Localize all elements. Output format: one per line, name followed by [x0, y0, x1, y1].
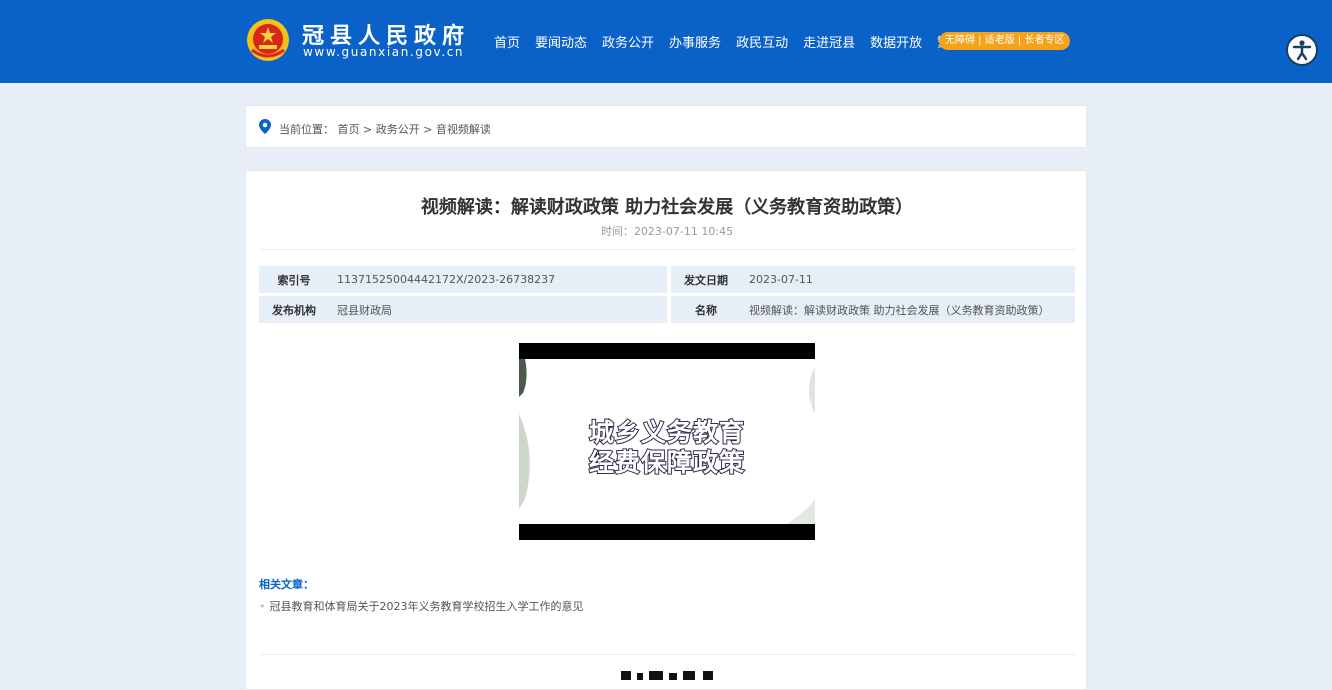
breadcrumb-path[interactable]: 首页 > 政务公开 > 音视频解读: [338, 123, 491, 136]
accessibility-button[interactable]: [1286, 34, 1318, 66]
meta-table: 索引号 11371525004442172X/2023-26738237 发文日…: [259, 263, 1075, 326]
nav-item-services[interactable]: 办事服务: [669, 36, 721, 51]
related-link-text[interactable]: 冠县教育和体育局关于2023年义务教育学校招生入学工作的意见: [270, 600, 584, 613]
main-nav: 首页要闻动态政务公开办事服务政民互动走进冠县数据开放繁: [494, 32, 956, 51]
article-title: 视频解读：解读财政政策 助力社会发展（义务教育资助政策）: [420, 197, 914, 218]
org-label: 发布机构: [259, 296, 329, 323]
nav-item-data[interactable]: 数据开放: [870, 36, 922, 51]
video-caption-line2: 经费保障政策: [588, 447, 745, 478]
nav-item-interaction[interactable]: 政民互动: [736, 36, 788, 51]
time-value: 2023-07-11 10:45: [633, 225, 734, 238]
date-label: 发文日期: [671, 266, 741, 293]
video-frame: 城乡义务教育 经费保障政策: [519, 359, 815, 524]
article-time: 时间：2023-07-11 10:45: [246, 223, 1088, 239]
related-link[interactable]: • 冠县教育和体育局关于2023年义务教育学校招生入学工作的意见: [259, 598, 584, 614]
divider: [259, 654, 1075, 655]
related-title: 相关文章：: [259, 578, 314, 591]
time-label: 时间：: [600, 225, 634, 238]
accessibility-icon: [1292, 40, 1312, 61]
meta-row: 索引号 11371525004442172X/2023-26738237 发文日…: [259, 266, 1075, 293]
nav-item-gov-info[interactable]: 政务公开: [602, 36, 654, 51]
site-header: 冠县人民政府 www.guanxian.gov.cn 首页 要闻动态 政务公开 办事服…: [0, 0, 1332, 83]
name-label: 名称: [671, 296, 741, 323]
location-pin-icon: [259, 119, 271, 134]
breadcrumb: 当前位置： 首页 > 政务公开 > 音视频解读: [245, 105, 1087, 148]
date-value: 2023-07-11: [741, 266, 1075, 293]
breadcrumb-label: 当前位置：: [279, 123, 334, 136]
index-value: 11371525004442172X/2023-26738237: [329, 266, 667, 293]
video-player[interactable]: 城乡义务教育 经费保障政策: [519, 343, 815, 540]
article-panel: 视频解读：解读财政政策 助力社会发展（义务教育资助政策） 时间：2023-07-…: [245, 170, 1087, 690]
qr-code-icon: [621, 671, 713, 680]
nav-item-about[interactable]: 走进冠县: [803, 36, 855, 51]
site-url: www.guanxian.gov.cn: [303, 45, 465, 59]
national-emblem-icon[interactable]: [246, 18, 290, 62]
meta-row: 发布机构 冠县财政局 名称 视频解读：解读财政政策 助力社会发展（义务教育资助政…: [259, 296, 1075, 323]
name-value: 视频解读：解读财政政策 助力社会发展（义务教育资助政策）: [741, 296, 1075, 323]
accessibility-pill[interactable]: 无障碍 | 适老版 | 长者专区: [939, 32, 1071, 50]
breadcrumb-text: 当前位置： 首页 > 政务公开 > 音视频解读: [279, 121, 491, 137]
nav-item-home[interactable]: 首页: [494, 36, 520, 51]
nav-item-news[interactable]: 要闻动态: [535, 36, 587, 51]
bullet-icon: •: [259, 600, 266, 613]
org-value: 冠县财政局: [329, 296, 667, 323]
index-label: 索引号: [259, 266, 329, 293]
divider: [259, 249, 1075, 250]
